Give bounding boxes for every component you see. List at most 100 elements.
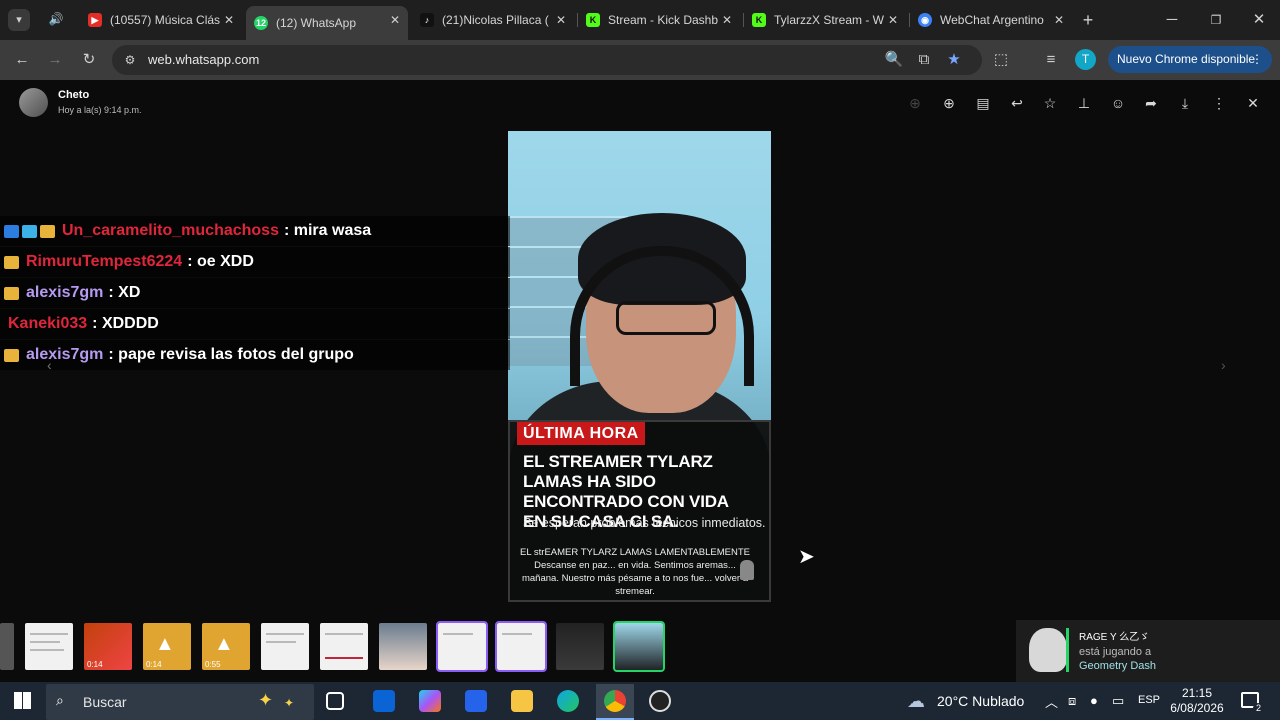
previous-media-icon[interactable]: ‹ <box>47 357 52 373</box>
webchat-icon: ◉ <box>918 13 932 27</box>
forward-icon[interactable]: ➦ <box>1142 94 1160 112</box>
thumbnail-document[interactable] <box>320 623 368 670</box>
close-icon[interactable]: ✕ <box>390 13 400 27</box>
copilot-icon[interactable] <box>419 690 441 712</box>
sparkle-small-icon: ✦ <box>284 696 295 710</box>
chat-text: : XD <box>108 284 141 301</box>
tray-app-icon[interactable]: ⧈ <box>1068 693 1076 709</box>
network-icon[interactable]: ▭ <box>1112 693 1124 709</box>
back-icon[interactable]: ← <box>12 50 32 70</box>
language-indicator[interactable]: ESP <box>1138 694 1160 706</box>
thumbnail-document[interactable] <box>261 623 309 670</box>
pin-icon[interactable]: ⊥ <box>1075 94 1093 112</box>
thumbnail-video[interactable]: 0:14 <box>84 623 132 670</box>
video-duration: 0:55 <box>205 660 221 669</box>
profile-avatar[interactable]: T <box>1075 49 1096 70</box>
outlook-icon[interactable] <box>373 690 395 712</box>
tab-whatsapp[interactable]: 12 (12) WhatsApp ✕ <box>246 6 408 40</box>
chat-message: RimuruTempest6224 : oe XDD <box>0 247 510 277</box>
chat-text: : XDDDD <box>92 315 159 332</box>
new-tab-icon[interactable]: + <box>1078 10 1098 30</box>
chat-username: alexis7gm <box>26 346 104 363</box>
store-icon[interactable] <box>465 690 487 712</box>
notification-game: Geometry Dash <box>1079 660 1157 672</box>
search-label: Buscar <box>83 694 127 710</box>
doc-line <box>266 641 296 643</box>
next-media-icon[interactable]: › <box>1221 357 1226 373</box>
close-window-icon[interactable]: ✕ <box>1249 10 1269 30</box>
whatsapp-icon: 12 <box>254 16 268 30</box>
chat-text: : mira wasa <box>283 222 372 239</box>
thumbnail[interactable] <box>0 623 14 670</box>
system-clock[interactable]: 21:15 6/08/2026 <box>1170 686 1224 716</box>
forward-icon[interactable]: → <box>45 50 65 70</box>
tray-chevron-icon[interactable]: ︿ <box>1045 692 1058 711</box>
task-view-icon[interactable] <box>326 692 344 710</box>
extensions-icon[interactable]: ⬚ <box>991 50 1011 70</box>
thumbnail-document[interactable] <box>495 621 547 672</box>
doc-line <box>30 641 60 643</box>
mouse-cursor-icon: ➤ <box>798 546 815 568</box>
tab-kick-dashboard[interactable]: K Stream - Kick Dashb ✕ <box>578 6 740 34</box>
star-icon[interactable]: ☆ <box>1041 94 1059 112</box>
windows-start-icon[interactable] <box>14 692 31 709</box>
thumbnail-document[interactable] <box>436 621 488 672</box>
tab-webchat[interactable]: ◉ WebChat Argentino ✕ <box>910 6 1072 34</box>
close-icon[interactable]: ✕ <box>888 13 898 27</box>
obs-icon[interactable] <box>649 690 671 712</box>
chat-message: alexis7gm : pape revisa las fotos del gr… <box>0 340 510 370</box>
site-info-icon[interactable]: ⚙ <box>120 50 140 70</box>
thumbnail-photo[interactable] <box>556 623 604 670</box>
thumbnail-image[interactable]: ▲ 0:14 <box>143 623 191 670</box>
thumbnails-icon[interactable]: ▤ <box>974 94 992 112</box>
message-timestamp: Hoy a la(s) 9:14 p.m. <box>58 105 142 115</box>
reload-icon[interactable]: ↻ <box>79 50 99 70</box>
tab-search-chevron-icon[interactable]: ▾ <box>8 9 30 31</box>
minimize-icon[interactable]: ─ <box>1162 10 1182 30</box>
microphone-icon[interactable]: ● <box>1090 693 1098 708</box>
close-icon[interactable]: ✕ <box>722 13 732 27</box>
bookmark-star-icon[interactable]: ★ <box>944 50 964 70</box>
tab-tiktok[interactable]: ♪ (21)Nicolas Pillaca ( ✕ <box>412 6 574 34</box>
media-control-icon[interactable]: ≡ <box>1041 50 1061 70</box>
speaker-icon[interactable]: 🔊 <box>46 9 66 29</box>
tiktok-icon: ♪ <box>420 13 434 27</box>
restore-icon[interactable]: ❐ <box>1206 10 1226 30</box>
avatar[interactable] <box>19 88 48 117</box>
online-indicator <box>1066 628 1069 672</box>
new-chrome-button[interactable]: Nuevo Chrome disponible ⋮ <box>1108 46 1272 73</box>
chat-message: Kaneki033 : XDDDD <box>0 309 510 339</box>
thumbnail-image[interactable]: ▲ 0:55 <box>202 623 250 670</box>
close-icon[interactable]: ✕ <box>556 13 566 27</box>
download-icon[interactable]: ⤓ <box>1176 94 1194 112</box>
tab-title: Stream - Kick Dashb <box>608 13 719 27</box>
notification-count: 2 <box>1253 703 1264 714</box>
crown-badge-icon <box>4 255 19 269</box>
edge-icon[interactable] <box>557 690 579 712</box>
thumbnail-document[interactable] <box>25 623 73 670</box>
close-viewer-icon[interactable]: ✕ <box>1244 94 1262 112</box>
tab-youtube[interactable]: ▶ (10557) Música Clás ✕ <box>80 6 242 34</box>
react-icon[interactable]: ☺ <box>1109 94 1127 112</box>
tab-kick-stream[interactable]: K TylarzzX Stream - W ✕ <box>744 6 906 34</box>
tab-title: (21)Nicolas Pillaca ( <box>442 13 549 27</box>
file-explorer-icon[interactable] <box>511 690 533 712</box>
url-text[interactable]: web.whatsapp.com <box>148 52 259 67</box>
reply-icon[interactable]: ↩ <box>1008 94 1026 112</box>
install-app-icon[interactable]: ⧉ <box>914 50 934 70</box>
thumbnail-selected[interactable] <box>613 621 665 672</box>
moderator-badge-icon <box>4 224 19 238</box>
more-options-icon[interactable]: ⋮ <box>1210 94 1228 112</box>
crown-badge-icon <box>4 348 19 362</box>
glasses <box>616 301 716 335</box>
thumbnail-photo[interactable] <box>379 623 427 670</box>
close-icon[interactable]: ✕ <box>1054 13 1064 27</box>
news-fine-print: EL strEAMER TYLARZ LAMAS LAMENTABLEMENTE… <box>520 547 750 597</box>
zoom-icon[interactable]: 🔍 <box>884 50 904 70</box>
youtube-icon: ▶ <box>88 13 102 27</box>
kick-icon: K <box>586 13 600 27</box>
close-icon[interactable]: ✕ <box>224 13 234 27</box>
zoom-in-icon[interactable]: ⊕ <box>940 94 958 112</box>
chat-username: Kaneki033 <box>8 315 88 332</box>
weather-text[interactable]: 20°C Nublado <box>937 693 1024 709</box>
